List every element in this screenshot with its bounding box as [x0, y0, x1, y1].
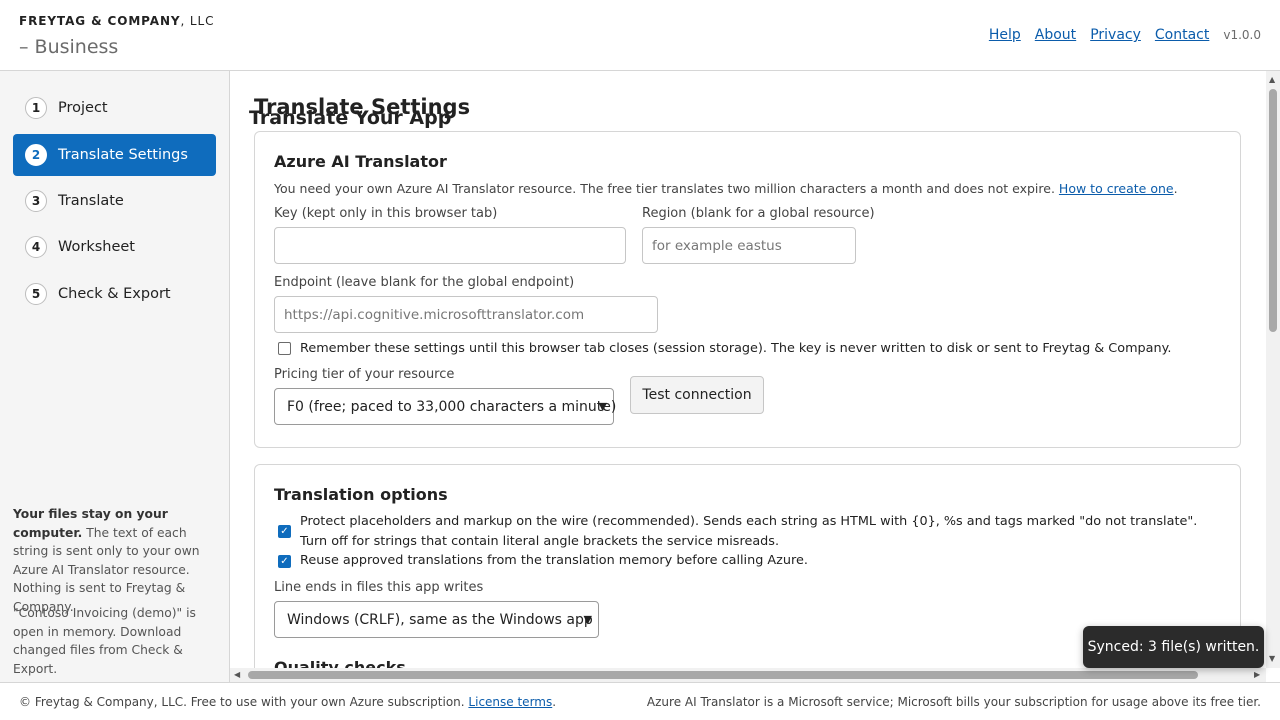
- scroll-left-icon[interactable]: ◀: [234, 670, 240, 679]
- test-connection-button[interactable]: Test connection: [630, 376, 764, 414]
- vertical-scrollbar[interactable]: ▲ ▼: [1266, 71, 1280, 668]
- chevron-down-icon: ▼: [598, 400, 607, 413]
- horizontal-scrollbar[interactable]: ◀ ▶: [230, 668, 1266, 682]
- sidebar: 1 Project 2 Translate Settings 3 Transla…: [0, 71, 230, 682]
- app-footer: © Freytag & Company, LLC. Free to use wi…: [0, 682, 1280, 720]
- company-name: FREYTAG & COMPANY, LLC: [19, 14, 215, 28]
- step-number: 2: [25, 144, 47, 166]
- line-ends-label: Line ends in files this app writes: [274, 580, 484, 595]
- license-terms-link[interactable]: License terms: [468, 695, 552, 709]
- sidebar-step-translate[interactable]: 3 Translate: [13, 180, 216, 222]
- nav-about-link[interactable]: About: [1035, 27, 1076, 43]
- header-nav: Help About Privacy Contact v1.0.0: [989, 27, 1261, 43]
- tier-select[interactable]: F0 (free; paced to 33,000 characters a m…: [274, 388, 617, 425]
- horizontal-scroll-thumb[interactable]: [248, 671, 1198, 679]
- protect-checkbox[interactable]: ✓: [278, 525, 291, 538]
- step-label: Worksheet: [58, 239, 135, 255]
- tier-label: Pricing tier of your resource: [274, 367, 455, 382]
- nav-help-link[interactable]: Help: [989, 27, 1021, 43]
- page-title: Translate Settings: [254, 95, 471, 119]
- step-number: 3: [25, 190, 47, 212]
- project-note: "Contoso Invoicing (demo)" is open in me…: [13, 606, 196, 676]
- sidebar-step-project[interactable]: 1 Project: [13, 87, 216, 129]
- key-input[interactable]: [274, 227, 626, 264]
- step-label: Check & Export: [58, 286, 171, 302]
- version-label: v1.0.0: [1223, 28, 1261, 42]
- step-label: Translate: [58, 193, 124, 209]
- footer-azure-note: Azure AI Translator is a Microsoft servi…: [646, 695, 1261, 709]
- step-number: 4: [25, 236, 47, 258]
- step-label: Translate Settings: [58, 147, 188, 163]
- main-content: Translate Settings Azure AI Translator Y…: [230, 71, 1280, 668]
- endpoint-input[interactable]: https://api.cognitive.microsofttranslato…: [274, 296, 658, 333]
- step-number: 1: [25, 97, 47, 119]
- scroll-right-icon[interactable]: ▶: [1254, 670, 1260, 679]
- quality-heading: Quality checks: [274, 658, 406, 668]
- endpoint-label: Endpoint (leave blank for the global end…: [274, 275, 575, 290]
- reuse-label: Reuse approved translations from the tra…: [300, 553, 808, 568]
- step-label: Project: [58, 100, 108, 116]
- key-label: Key (kept only in this browser tab): [274, 206, 498, 221]
- nav-privacy-link[interactable]: Privacy: [1090, 27, 1141, 43]
- scroll-up-icon[interactable]: ▲: [1269, 75, 1275, 84]
- azure-settings-card: Azure AI Translator You need your own Az…: [254, 131, 1241, 448]
- line-ends-select[interactable]: Windows (CRLF), same as the Windows app …: [274, 601, 599, 638]
- options-heading: Translation options: [274, 485, 448, 504]
- region-input[interactable]: for example eastus: [642, 227, 856, 264]
- remember-label: Remember these settings until this brows…: [300, 341, 1172, 356]
- nav-contact-link[interactable]: Contact: [1155, 27, 1209, 43]
- remember-checkbox[interactable]: [278, 342, 291, 355]
- line-ends-select-value: Windows (CRLF), same as the Windows app: [287, 611, 593, 628]
- privacy-note: Your files stay on your computer. The te…: [13, 505, 218, 616]
- footer-copyright: © Freytag & Company, LLC. Free to use wi…: [19, 695, 557, 709]
- how-to-create-link[interactable]: How to create one: [1059, 181, 1174, 196]
- scroll-down-icon[interactable]: ▼: [1269, 654, 1275, 663]
- tier-select-value: F0 (free; paced to 33,000 characters a m…: [287, 398, 617, 415]
- app-header: FREYTAG & COMPANY, LLC Translate Your Ap…: [0, 0, 1280, 129]
- azure-hint: You need your own Azure AI Translator re…: [274, 181, 1178, 196]
- azure-heading: Azure AI Translator: [274, 152, 447, 171]
- protect-label: Protect placeholders and markup on the w…: [300, 514, 1198, 549]
- region-label: Region (blank for a global resource): [642, 206, 875, 221]
- sync-toast: Synced: 3 file(s) written.: [1083, 626, 1264, 668]
- reuse-checkbox[interactable]: ✓: [278, 555, 291, 568]
- vertical-scroll-thumb[interactable]: [1269, 89, 1277, 332]
- app-edition: Business: [34, 36, 119, 58]
- sidebar-step-check-export[interactable]: 5 Check & Export: [13, 273, 216, 315]
- step-number: 5: [25, 283, 47, 305]
- chevron-down-icon: ▼: [583, 613, 592, 626]
- sidebar-step-worksheet[interactable]: 4 Worksheet: [13, 226, 216, 268]
- sidebar-step-translate-settings[interactable]: 2 Translate Settings: [13, 134, 216, 176]
- app-title: Translate Your App – Business: [19, 36, 451, 129]
